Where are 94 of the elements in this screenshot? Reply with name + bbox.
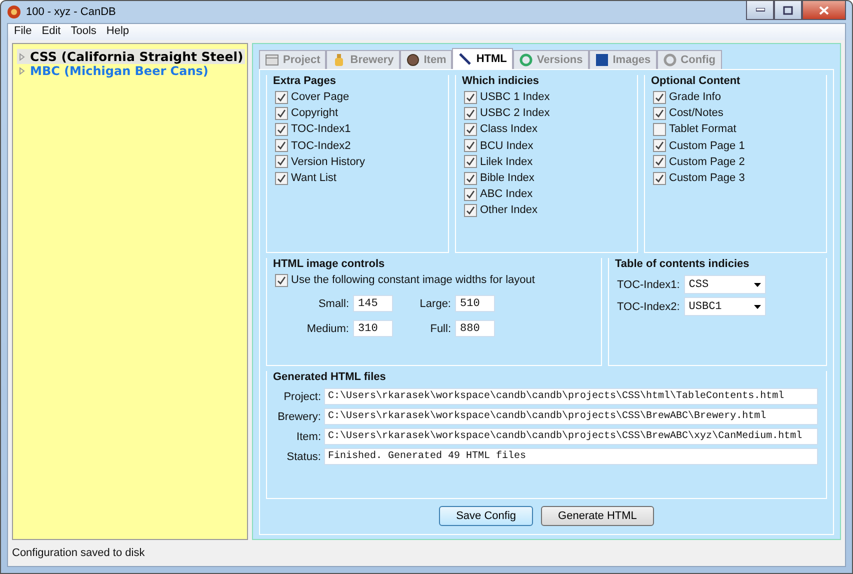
- tree-item[interactable]: CSS (California Straight Steel): [17, 49, 246, 64]
- input-field[interactable]: 880: [455, 320, 495, 338]
- action-button[interactable]: Save Config: [439, 506, 534, 526]
- checkbox-label: Class Index: [480, 123, 538, 136]
- checkbox[interactable]: [275, 106, 288, 120]
- checkbox[interactable]: [464, 204, 477, 217]
- checkbox[interactable]: [464, 122, 477, 136]
- checkbox[interactable]: [275, 155, 288, 168]
- checkbox[interactable]: [653, 122, 666, 136]
- app-icon: [7, 5, 21, 19]
- field-label: Status:: [286, 450, 321, 462]
- group-title: Table of contents indicies: [615, 258, 750, 270]
- maximize-button[interactable]: [774, 1, 802, 20]
- group-title: Optional Content: [651, 75, 742, 87]
- field-label: Medium:: [306, 322, 349, 335]
- tree-item[interactable]: MBC (Michigan Beer Cans): [17, 64, 210, 78]
- menu-item[interactable]: Tools: [66, 24, 100, 40]
- menu-item[interactable]: Edit: [38, 24, 65, 40]
- caret-icon: [754, 304, 761, 308]
- status-text: Configuration saved to disk: [12, 547, 145, 559]
- checkbox-label: Custom Page 2: [669, 156, 745, 168]
- checkbox[interactable]: [275, 122, 288, 136]
- field-label: TOC-Index1:: [617, 278, 680, 290]
- field-label: Large:: [418, 298, 451, 310]
- checkbox-label: Grade Info: [669, 91, 721, 104]
- close-button[interactable]: [802, 1, 846, 20]
- checkbox[interactable]: [464, 172, 477, 185]
- checkbox-label: USBC 2 Index: [480, 107, 550, 120]
- checkbox[interactable]: [275, 172, 288, 185]
- checkbox-label: Other Index: [480, 204, 538, 216]
- window-title: 100 - xyz - CanDB: [26, 6, 116, 18]
- checkbox-label: Use the following constant image widths for layout: [291, 274, 535, 286]
- checkbox-label: Custom Page 1: [669, 140, 745, 152]
- checkbox-label: Copyright: [291, 107, 338, 120]
- checkbox[interactable]: [464, 188, 477, 201]
- group-title: Extra Pages: [273, 75, 337, 87]
- checkbox-label: Tablet Format: [669, 123, 736, 136]
- checkbox[interactable]: [464, 139, 477, 152]
- action-button[interactable]: Generate HTML: [541, 506, 654, 526]
- maximize-icon: [783, 6, 793, 14]
- table-icon: [265, 53, 279, 67]
- close-icon: [819, 6, 829, 14]
- checkbox[interactable]: [275, 90, 288, 104]
- dropdown[interactable]: CSS: [684, 275, 766, 294]
- field-label: Project:: [282, 390, 321, 402]
- input-field[interactable]: 145: [353, 295, 393, 312]
- group-title: HTML image controls: [273, 258, 386, 270]
- checkbox[interactable]: [275, 274, 288, 287]
- checkbox[interactable]: [275, 139, 288, 152]
- checkbox-label: Cost/Notes: [669, 107, 724, 120]
- input-field[interactable]: C:\Users\rkarasek\workspace\candb\candb\projects\CSS\BrewABC\xyz\CanMedium.html: [324, 428, 818, 445]
- checkbox-label: Cover Page: [291, 91, 350, 104]
- input-field[interactable]: C:\Users\rkarasek\workspace\candb\candb\projects\CSS\BrewABC\Brewery.html: [324, 408, 818, 425]
- field-label: TOC-Index2:: [617, 300, 680, 312]
- menu-item[interactable]: Help: [102, 24, 134, 40]
- checkbox-label: TOC-Index1: [291, 123, 351, 136]
- field-label: Item:: [296, 430, 321, 442]
- checkbox[interactable]: [464, 90, 477, 104]
- input-field[interactable]: 310: [353, 320, 393, 338]
- refresh-icon: [518, 53, 533, 67]
- minimize-button[interactable]: [746, 1, 774, 20]
- checkbox-label: Version History: [291, 156, 365, 168]
- checkbox[interactable]: [653, 172, 666, 185]
- field-label: Small:: [317, 298, 349, 310]
- input-field[interactable]: C:\Users\rkarasek\workspace\candb\candb\projects\CSS\html\TableContents.html: [324, 388, 818, 405]
- settings-icon: [662, 53, 677, 67]
- checkbox-label: Custom Page 3: [669, 172, 745, 184]
- input-field[interactable]: Finished. Generated 49 HTML files: [324, 448, 818, 465]
- checkbox-label: Want List: [291, 172, 336, 184]
- menu-item[interactable]: File: [10, 24, 36, 40]
- caret-icon: [754, 282, 761, 286]
- minimize-icon: [756, 8, 764, 12]
- checkbox-label: Bible Index: [480, 172, 534, 184]
- checkbox-label: USBC 1 Index: [480, 91, 550, 104]
- checkbox-label: Lilek Index: [480, 156, 533, 168]
- checkbox[interactable]: [464, 106, 477, 120]
- checkbox[interactable]: [653, 106, 666, 120]
- dropdown[interactable]: USBC1: [684, 297, 766, 316]
- square-icon: [594, 53, 609, 67]
- field-label: Brewery:: [276, 410, 321, 422]
- checkbox-label: TOC-Index2: [291, 140, 351, 152]
- input-field[interactable]: 510: [455, 295, 495, 312]
- group-title: Which indicies: [462, 75, 540, 87]
- group-title: Generated HTML files: [273, 371, 387, 383]
- checkbox[interactable]: [653, 90, 666, 104]
- pen-icon: [458, 52, 472, 66]
- checkbox-label: BCU Index: [480, 140, 534, 152]
- checkbox[interactable]: [653, 139, 666, 152]
- circle-icon: [406, 53, 420, 67]
- field-label: Full:: [429, 322, 451, 335]
- checkbox[interactable]: [464, 155, 477, 168]
- checkbox[interactable]: [653, 155, 666, 168]
- checkbox-label: ABC Index: [480, 188, 533, 200]
- tab[interactable]: HTML: [452, 48, 513, 69]
